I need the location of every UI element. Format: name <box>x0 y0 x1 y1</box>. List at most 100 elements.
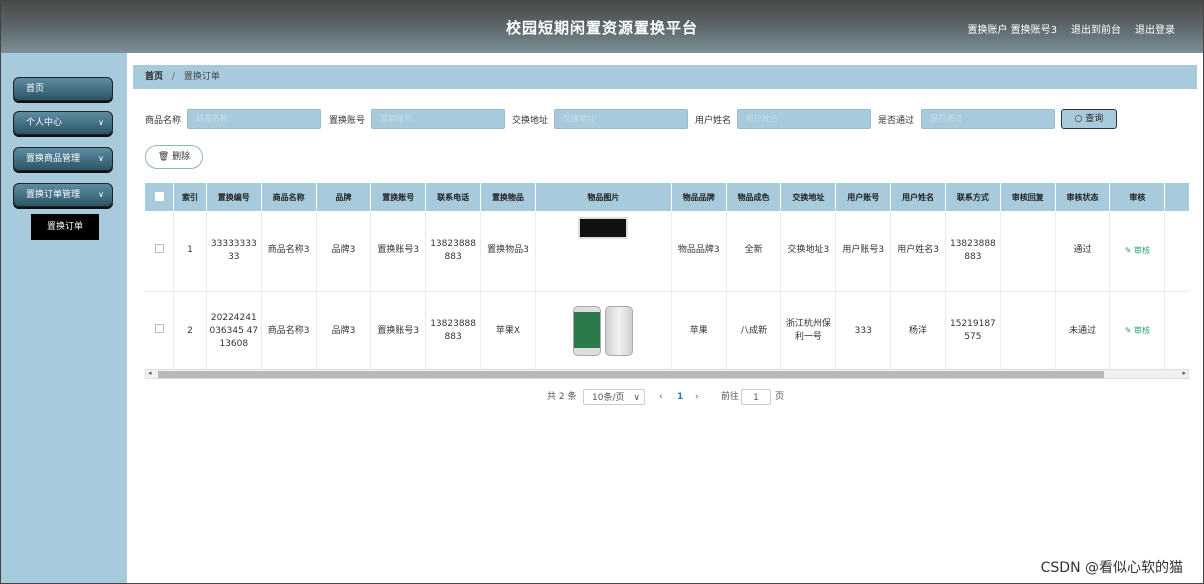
sidebar-item-personal-center[interactable]: 个人中心 ∨ <box>13 111 113 135</box>
table-header: 审核 <box>1109 183 1166 211</box>
cell-actions: ▤ 详情 <box>1164 211 1189 292</box>
delete-button-label: 删除 <box>172 152 191 162</box>
page-unit-label: 页 <box>775 392 785 402</box>
scroll-right-icon[interactable]: ▸ <box>1182 369 1186 377</box>
cell-brand: 品牌3 <box>316 291 372 372</box>
table-header: 置换账号 <box>370 183 427 211</box>
page-size-value: 10条/页 <box>592 393 625 403</box>
cell-audit: ✎ 审核 <box>1109 291 1166 372</box>
filter-label-exchange-account: 置换账号 <box>329 116 366 126</box>
cell-code: 3333333333 <box>206 211 262 292</box>
delete-button[interactable]: 🗑 删除 <box>145 145 203 169</box>
cell-account: 置换账号3 <box>370 211 427 292</box>
cell-address: 交换地址3 <box>780 211 837 292</box>
exchange-account-input[interactable]: 置换账号 <box>371 109 505 129</box>
cell-phone: 13823888883 <box>425 291 482 372</box>
audit-link-label: 审核 <box>1133 326 1150 335</box>
table-header: 联系方式 <box>945 183 1001 211</box>
orders-table-container: 索引 置换编号 商品名称 品牌 置换账号 联系电话 置换物品 物品图片 物品品牌… <box>145 183 1189 381</box>
goto-label: 前往 <box>721 392 740 402</box>
chevron-down-icon: ∨ <box>98 154 104 163</box>
scroll-left-icon[interactable]: ◂ <box>148 369 152 377</box>
search-icon: ○ <box>1074 114 1083 124</box>
table-header: 索引 <box>173 183 207 211</box>
breadcrumb-current: 置换订单 <box>183 72 220 82</box>
table-header: 物品品牌 <box>671 183 727 211</box>
phone-front-image <box>573 306 602 356</box>
select-all-checkbox[interactable] <box>154 191 164 201</box>
trash-icon: 🗑 <box>157 152 170 162</box>
prev-page-icon[interactable]: ‹ <box>659 389 663 405</box>
filter-label-approved: 是否通过 <box>878 116 915 126</box>
audit-link[interactable]: ✎ 审核 <box>1125 246 1150 255</box>
next-page-icon[interactable]: › <box>695 389 699 405</box>
table-header: 物品成色 <box>726 183 782 211</box>
row-select-cell[interactable] <box>145 291 174 372</box>
row-checkbox[interactable] <box>154 324 164 333</box>
sidebar-item-home[interactable]: 首页 <box>13 77 113 101</box>
audit-link[interactable]: ✎ 审核 <box>1125 326 1150 335</box>
cell-condition: 全新 <box>726 211 782 292</box>
breadcrumb-home[interactable]: 首页 <box>145 72 163 82</box>
sidebar-item-label: 个人中心 <box>26 118 63 128</box>
row-select-cell[interactable] <box>145 211 174 292</box>
cell-item-image <box>535 211 672 292</box>
cell-user-name: 用户姓名3 <box>890 211 946 292</box>
scrollbar-thumb[interactable] <box>158 371 1104 378</box>
page-number-current[interactable]: 1 <box>677 389 683 405</box>
sidebar-item-order-management[interactable]: 置换订单管理 ∨ <box>13 183 113 207</box>
cell-actions: ▤ 详情 <box>1164 291 1189 372</box>
table-header: 物品图片 <box>535 183 672 211</box>
table-header: 操作 <box>1164 183 1189 211</box>
cell-contact: 15219187575 <box>945 291 1001 372</box>
cell-account: 置换账号3 <box>370 291 427 372</box>
logout-link[interactable]: 退出登录 <box>1135 21 1175 36</box>
table-header: 置换编号 <box>206 183 262 211</box>
cell-reply <box>1000 211 1056 292</box>
phone-back-image <box>605 306 634 356</box>
table-row: 2 20224241036345 4713608 商品名称3 品牌3 置换账号3… <box>145 291 1189 372</box>
cell-item: 置换物品3 <box>480 211 536 292</box>
table-header: 审核回复 <box>1000 183 1056 211</box>
cell-index: 1 <box>173 211 207 292</box>
query-button[interactable]: ○ 查询 <box>1061 109 1117 129</box>
table-header: 品牌 <box>316 183 372 211</box>
table-header: 审核状态 <box>1055 183 1111 211</box>
query-button-label: 查询 <box>1085 114 1104 124</box>
main-content: 首页 / 置换订单 商品名称 商品名称 置换账号 置换账号 交换地址 交换地址 … <box>127 53 1203 583</box>
cell-code: 20224241036345 4713608 <box>206 291 262 372</box>
table-header: 用户姓名 <box>890 183 946 211</box>
sidebar-subitem-exchange-order[interactable]: 置换订单 <box>31 214 99 240</box>
table-row: 1 3333333333 商品名称3 品牌3 置换账号3 13823888883… <box>145 211 1189 292</box>
sidebar-item-label: 置换商品管理 <box>26 154 81 164</box>
cell-item-brand: 苹果 <box>671 291 727 372</box>
cell-item-brand: 物品品牌3 <box>671 211 727 292</box>
goto-page-input[interactable]: 1 <box>741 389 771 405</box>
page-size-select[interactable]: 10条/页 ∨ <box>583 389 645 405</box>
top-header: 校园短期闲置资源置换平台 置换账户 置换账号3 退出到前台 退出登录 <box>1 1 1203 53</box>
table-header: 联系电话 <box>425 183 482 211</box>
back-to-front-link[interactable]: 退出到前台 <box>1071 21 1121 36</box>
product-name-input[interactable]: 商品名称 <box>187 109 321 129</box>
cell-brand: 品牌3 <box>316 211 372 292</box>
cell-status: 通过 <box>1055 211 1111 292</box>
table-header: 交换地址 <box>780 183 837 211</box>
horizontal-scrollbar[interactable]: ◂ ▸ <box>145 369 1189 379</box>
sidebar-item-product-management[interactable]: 置换商品管理 ∨ <box>13 147 113 171</box>
pagination-total: 共 2 条 <box>547 392 577 402</box>
cell-address: 浙江杭州保利一号 <box>780 291 837 372</box>
approved-input[interactable]: 是否通过 <box>921 109 1055 129</box>
sidebar: 首页 个人中心 ∨ 置换商品管理 ∨ 置换订单管理 ∨ <box>1 53 127 583</box>
row-checkbox[interactable] <box>154 243 164 253</box>
exchange-address-input[interactable]: 交换地址 <box>554 109 688 129</box>
cell-user-account: 333 <box>835 291 892 372</box>
select-all-header[interactable] <box>145 183 174 211</box>
cell-user-name: 杨洋 <box>890 291 946 372</box>
cell-product: 商品名称3 <box>261 291 317 372</box>
product-image <box>578 216 629 239</box>
user-name-input[interactable]: 用户姓名 <box>737 109 871 129</box>
chevron-down-icon: ∨ <box>98 118 104 127</box>
edit-icon: ✎ <box>1124 245 1132 255</box>
account-info: 置换账户 置换账号3 <box>967 25 1057 36</box>
cell-phone: 13823888883 <box>425 211 482 292</box>
